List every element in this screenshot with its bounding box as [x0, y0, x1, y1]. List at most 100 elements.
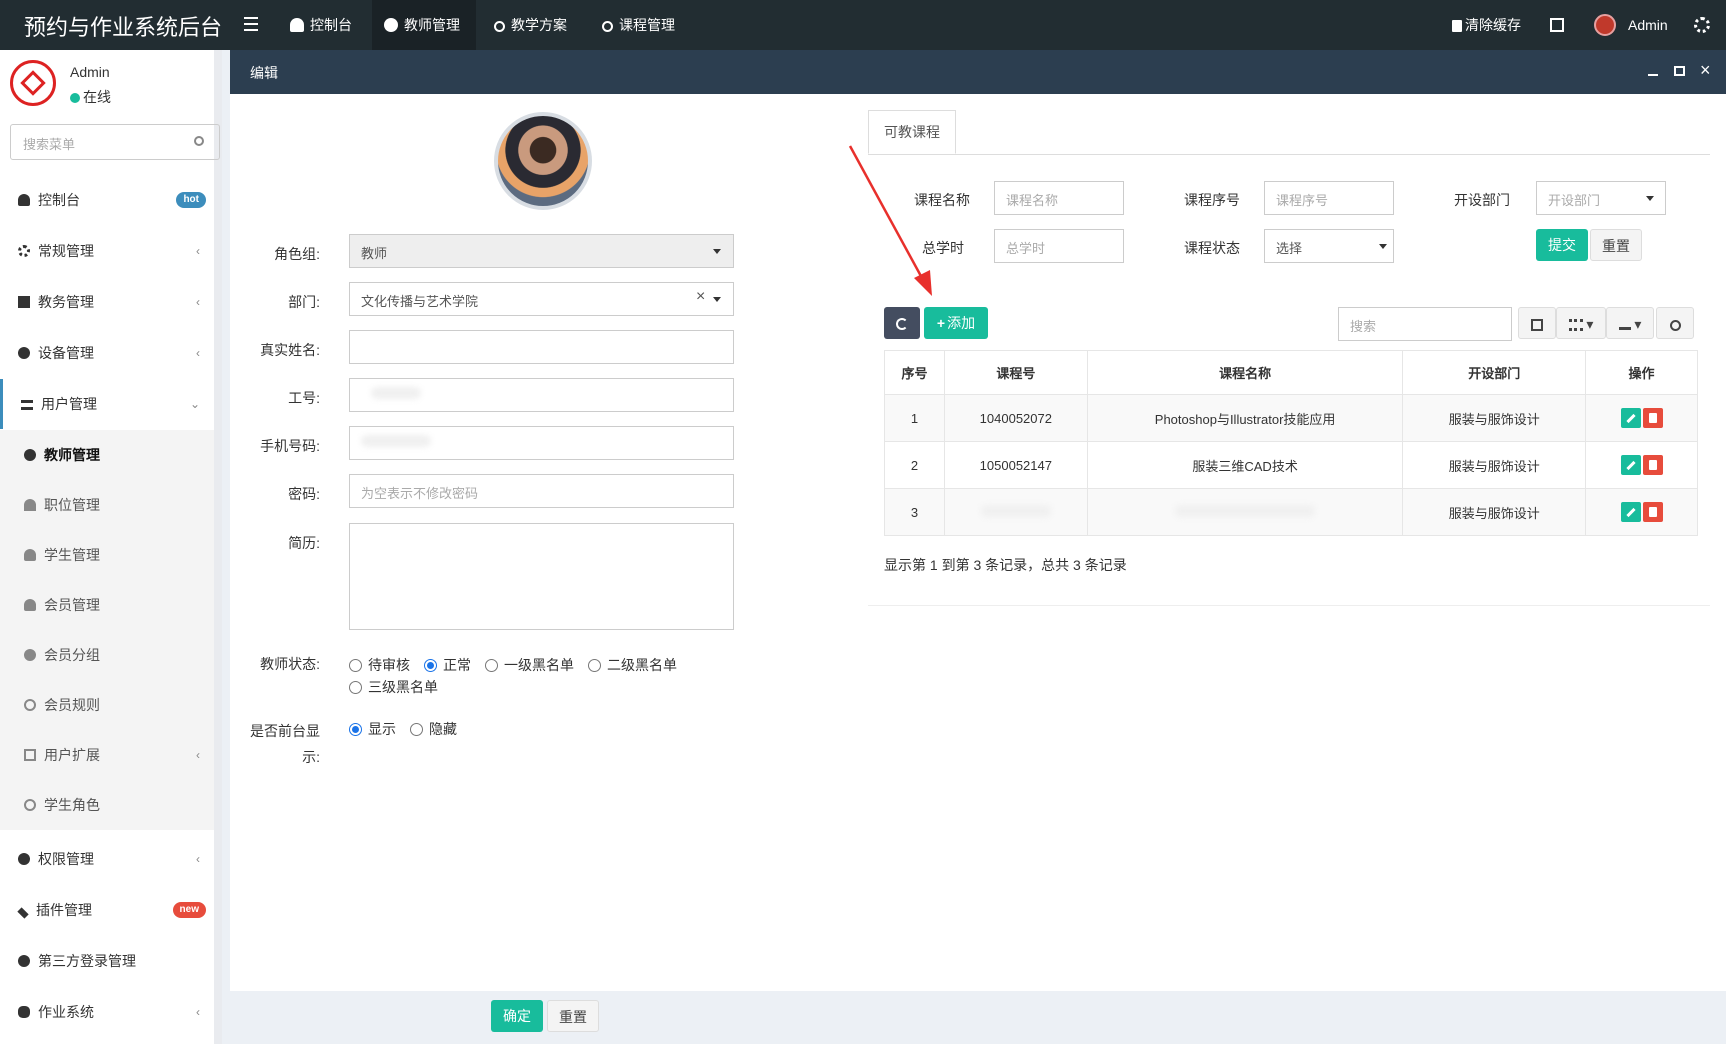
- column-header[interactable]: 开设部门: [1402, 350, 1587, 395]
- users-icon: [384, 18, 398, 32]
- clear-icon[interactable]: ×: [696, 288, 705, 306]
- column-header[interactable]: 序号: [884, 350, 945, 395]
- export-button[interactable]: ▾: [1606, 307, 1654, 339]
- cell-actions: [1585, 488, 1698, 536]
- teacher-avatar[interactable]: [494, 112, 592, 210]
- column-header[interactable]: 课程名称: [1086, 350, 1404, 395]
- phone-input[interactable]: [349, 426, 734, 460]
- table-row[interactable]: 3 服装与服饰设计: [884, 488, 1698, 536]
- cell-actions: [1585, 441, 1698, 489]
- radio-button-selected[interactable]: [424, 659, 437, 672]
- toggle-view-button[interactable]: [1518, 307, 1556, 339]
- topnav-label: 教师管理: [404, 17, 460, 33]
- sidebar-subitem-members[interactable]: 会员管理: [0, 580, 214, 630]
- maximize-icon[interactable]: [1674, 66, 1685, 76]
- sidebar-subitem-positions[interactable]: 职位管理: [0, 480, 214, 530]
- column-header[interactable]: 课程号: [943, 350, 1088, 395]
- status-option-label: 二级黑名单: [607, 657, 677, 673]
- filter-status-select[interactable]: 选择: [1264, 229, 1394, 263]
- edit-icon[interactable]: [1620, 502, 1641, 522]
- sidebar-item-academic[interactable]: 教务管理 ‹: [0, 277, 214, 327]
- add-course-button[interactable]: + 添加: [924, 307, 988, 339]
- columns-button[interactable]: ▾: [1556, 307, 1606, 339]
- filter-course-no-input[interactable]: 课程序号: [1264, 181, 1394, 215]
- users-icon: [18, 955, 30, 967]
- advanced-search-button[interactable]: [1656, 307, 1694, 339]
- edit-icon[interactable]: [1620, 455, 1641, 475]
- dashboard-icon: [290, 18, 304, 32]
- sidebar-item-dashboard[interactable]: 控制台 hot: [0, 175, 214, 225]
- status-option[interactable]: 三级黑名单: [349, 676, 438, 698]
- search-icon[interactable]: [194, 136, 204, 146]
- table-header-row: 序号 课程号 课程名称 开设部门 操作: [884, 350, 1698, 395]
- gear-icon: [18, 347, 30, 359]
- radio-button[interactable]: [485, 659, 498, 672]
- radio-button[interactable]: [349, 659, 362, 672]
- confirm-button[interactable]: 确定: [491, 1000, 543, 1032]
- realname-input[interactable]: [349, 330, 734, 364]
- sidebar-item-homework[interactable]: 作业系统 ‹: [0, 987, 214, 1037]
- sidebar-subitem-user-extension[interactable]: 用户扩展 ‹: [0, 730, 214, 780]
- delete-icon[interactable]: [1642, 455, 1663, 475]
- menu-toggle-icon[interactable]: [244, 17, 258, 31]
- sidebar-subitem-student-roles[interactable]: 学生角色: [0, 780, 214, 830]
- job-number-input[interactable]: [349, 378, 734, 412]
- sidebar-item-third-party-login[interactable]: 第三方登录管理: [0, 936, 214, 986]
- status-option[interactable]: 二级黑名单: [588, 654, 677, 676]
- password-input[interactable]: 为空表示不修改密码: [349, 474, 734, 508]
- filter-total-hours-input[interactable]: 总学时: [994, 229, 1124, 263]
- settings-gear-icon[interactable]: [1694, 17, 1710, 33]
- user-status: 在线: [70, 87, 111, 107]
- status-option[interactable]: 正常: [424, 654, 471, 676]
- sidebar-subitem-students[interactable]: 学生管理: [0, 530, 214, 580]
- topnav-dashboard[interactable]: 控制台: [290, 0, 352, 50]
- filter-course-name-input[interactable]: 课程名称: [994, 181, 1124, 215]
- user-menu[interactable]: Admin: [1628, 0, 1668, 50]
- sidebar-subitem-label: 会员管理: [44, 597, 100, 613]
- sidebar-item-label: 设备管理: [38, 345, 94, 361]
- radio-button[interactable]: [588, 659, 601, 672]
- filter-submit-button[interactable]: 提交: [1536, 229, 1588, 261]
- delete-icon[interactable]: [1642, 502, 1663, 522]
- sidebar-item-equipment[interactable]: 设备管理 ‹: [0, 328, 214, 378]
- display-option[interactable]: 显示: [349, 718, 396, 740]
- sidebar-subitem-label: 会员分组: [44, 647, 100, 663]
- edit-icon[interactable]: [1620, 408, 1641, 428]
- role-select[interactable]: 教师: [349, 234, 734, 268]
- topnav-teaching-plan[interactable]: 教学方案: [494, 0, 567, 50]
- refresh-button[interactable]: [884, 307, 920, 339]
- sidebar-search-input[interactable]: 搜索菜单: [10, 124, 220, 160]
- filter-reset-button[interactable]: 重置: [1590, 229, 1642, 261]
- fullscreen-icon[interactable]: [1550, 18, 1564, 32]
- display-option[interactable]: 隐藏: [410, 718, 457, 740]
- sidebar-item-permissions[interactable]: 权限管理 ‹: [0, 834, 214, 884]
- sidebar-item-users[interactable]: 用户管理 ⌄: [0, 379, 214, 429]
- footer-reset-button[interactable]: 重置: [547, 1000, 599, 1032]
- clear-cache-button[interactable]: 清除缓存: [1452, 0, 1521, 50]
- resume-textarea[interactable]: [349, 523, 734, 630]
- delete-icon[interactable]: [1642, 408, 1663, 428]
- radio-button[interactable]: [349, 681, 362, 694]
- topnav-course-management[interactable]: 课程管理: [602, 0, 675, 50]
- radio-button[interactable]: [410, 723, 423, 736]
- sidebar-subitem-member-groups[interactable]: 会员分组: [0, 630, 214, 680]
- table-search-input[interactable]: 搜索: [1338, 307, 1512, 341]
- chevron-left-icon: ‹: [196, 295, 200, 309]
- sidebar-subitem-member-rules[interactable]: 会员规则: [0, 680, 214, 730]
- status-option[interactable]: 待审核: [349, 654, 410, 676]
- close-icon[interactable]: ×: [1700, 60, 1711, 81]
- database-icon: [18, 1006, 30, 1018]
- sidebar: Admin 在线 搜索菜单 控制台 hot 常规管理 ‹ 教务管理 ‹ 设备管理 ‹ 用…: [0, 50, 222, 1044]
- topnav-teacher-management[interactable]: 教师管理: [372, 0, 476, 50]
- sidebar-item-general[interactable]: 常规管理 ‹: [0, 226, 214, 276]
- sidebar-item-plugins[interactable]: 插件管理 new: [0, 885, 214, 935]
- radio-button-selected[interactable]: [349, 723, 362, 736]
- sidebar-subitem-teachers[interactable]: 教师管理: [0, 430, 214, 480]
- minimize-icon[interactable]: [1648, 74, 1658, 76]
- table-row[interactable]: 2 1050052147 服装三维CAD技术 服装与服饰设计: [884, 441, 1698, 489]
- status-option[interactable]: 一级黑名单: [485, 654, 574, 676]
- dept-select[interactable]: 文化传播与艺术学院: [349, 282, 734, 316]
- chevron-left-icon: ‹: [196, 244, 200, 258]
- table-row[interactable]: 1 1040052072 Photoshop与Illustrator技能应用 服…: [884, 394, 1698, 442]
- user-avatar-icon[interactable]: [1594, 14, 1616, 36]
